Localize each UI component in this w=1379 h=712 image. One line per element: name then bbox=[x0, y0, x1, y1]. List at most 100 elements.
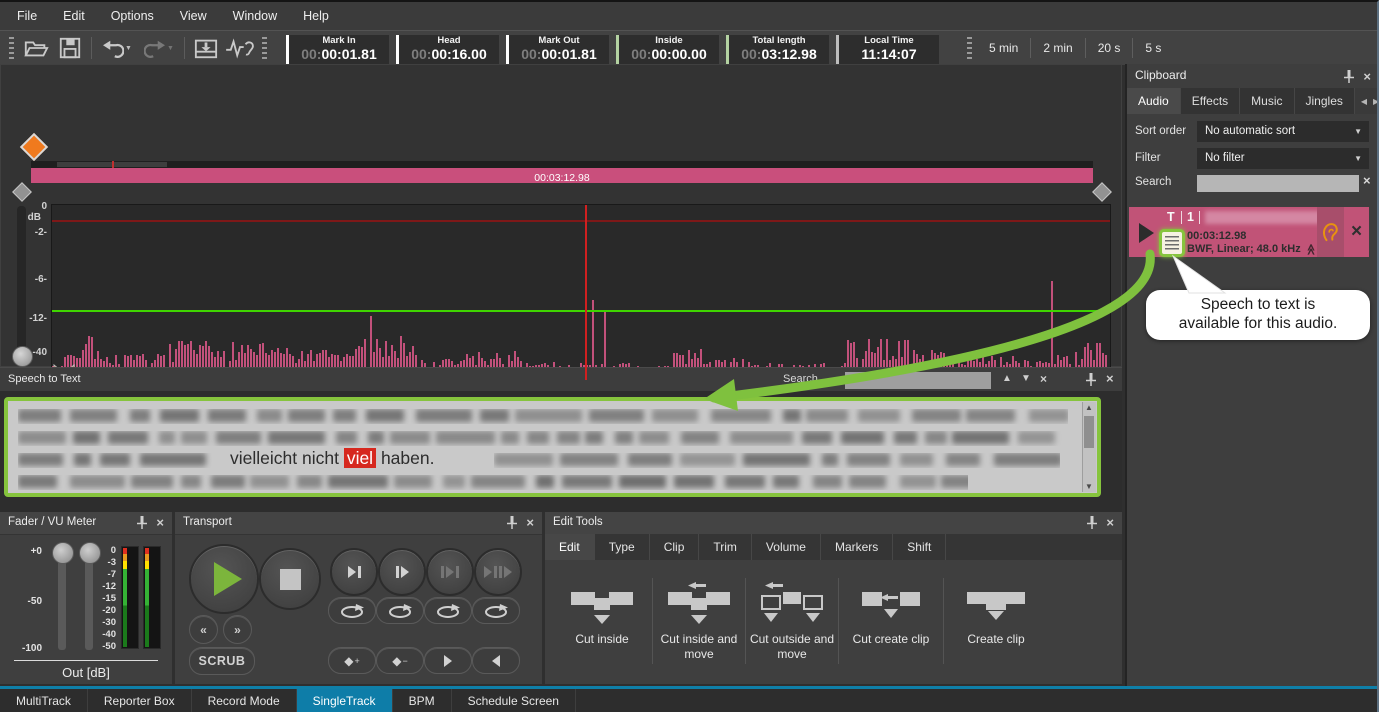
taskbar-record-mode[interactable]: Record Mode bbox=[192, 689, 297, 712]
play-around-marks-button[interactable] bbox=[474, 548, 522, 596]
taskbar-reporter-box[interactable]: Reporter Box bbox=[88, 689, 192, 712]
toolbar-drag-handle[interactable] bbox=[262, 37, 267, 59]
threshold-level-line[interactable] bbox=[52, 310, 1110, 312]
menu-item-help[interactable]: Help bbox=[290, 2, 342, 30]
tab-clip[interactable]: Clip bbox=[650, 534, 700, 560]
playhead-cursor[interactable] bbox=[585, 205, 587, 380]
undo-button[interactable]: ▼ bbox=[98, 35, 136, 61]
search-prev-icon[interactable]: ▲ bbox=[1002, 373, 1012, 384]
overview-marker-diamond[interactable] bbox=[20, 133, 48, 161]
transcript-scrollbar-thumb[interactable] bbox=[1084, 416, 1094, 448]
menu-item-view[interactable]: View bbox=[167, 2, 220, 30]
taskbar-bpm[interactable]: BPM bbox=[393, 689, 452, 712]
zoom-preset-5s[interactable]: 5 s bbox=[1133, 38, 1173, 58]
tab-shift[interactable]: Shift bbox=[893, 534, 946, 560]
sort-order-dropdown[interactable]: No automatic sort ▼ bbox=[1197, 121, 1369, 142]
close-panel-icon[interactable]: × bbox=[1106, 515, 1114, 530]
fader-track-right[interactable] bbox=[85, 554, 93, 650]
open-file-button[interactable] bbox=[21, 35, 51, 61]
play-between-marks-button[interactable] bbox=[426, 548, 474, 596]
tab-volume[interactable]: Volume bbox=[752, 534, 821, 560]
zoom-preset-2min[interactable]: 2 min bbox=[1031, 38, 1084, 58]
menu-item-file[interactable]: File bbox=[4, 2, 50, 30]
tool-cut-inside-move[interactable]: Cut inside and move bbox=[653, 568, 745, 664]
clipboard-search-input[interactable] bbox=[1197, 175, 1359, 192]
scroll-up-icon[interactable]: ▲ bbox=[1085, 403, 1093, 412]
zoom-preset-20s[interactable]: 20 s bbox=[1086, 38, 1133, 58]
menu-item-edit[interactable]: Edit bbox=[50, 2, 98, 30]
overview-left-handle[interactable] bbox=[12, 182, 32, 202]
tab-jingles[interactable]: Jingles bbox=[1295, 88, 1355, 114]
import-audio-button[interactable] bbox=[191, 35, 221, 61]
previous-marker-button[interactable] bbox=[472, 647, 520, 674]
pin-icon[interactable] bbox=[507, 516, 517, 529]
search-next-icon[interactable]: ▼ bbox=[1021, 373, 1031, 384]
close-panel-icon[interactable]: × bbox=[1106, 371, 1114, 386]
loop-mark-in-button[interactable] bbox=[376, 597, 424, 624]
taskbar-multitrack[interactable]: MultiTrack bbox=[0, 689, 88, 712]
close-panel-icon[interactable]: × bbox=[526, 515, 534, 530]
pin-icon[interactable] bbox=[1344, 70, 1354, 83]
scrub-button[interactable]: SCRUB bbox=[189, 647, 255, 675]
scroll-down-icon[interactable]: ▼ bbox=[1085, 482, 1093, 491]
tool-cut-create-clip[interactable]: Cut create clip bbox=[839, 568, 943, 664]
taskbar-singletrack[interactable]: SingleTrack bbox=[297, 689, 393, 712]
tool-create-clip[interactable]: Create clip bbox=[944, 568, 1048, 664]
zoom-preset-5min[interactable]: 5 min bbox=[977, 38, 1030, 58]
speech-to-text-doc-icon[interactable] bbox=[1159, 229, 1185, 257]
time-field-mark-out[interactable]: Mark Out 00:00:01.81 bbox=[506, 35, 609, 65]
play-from-mark-button[interactable] bbox=[378, 548, 426, 596]
stop-button[interactable] bbox=[259, 548, 321, 610]
loop-mark-out-button[interactable] bbox=[472, 597, 520, 624]
clipboard-search-clear-icon[interactable]: × bbox=[1363, 173, 1371, 188]
pin-icon[interactable] bbox=[1086, 373, 1096, 386]
transcript-text-area[interactable]: vielleicht nicht viel haben. ▲ ▼ bbox=[4, 397, 1101, 497]
skip-back-button[interactable]: « bbox=[189, 615, 218, 644]
overview-strip[interactable] bbox=[31, 161, 1093, 168]
toolbar-drag-handle[interactable] bbox=[9, 37, 14, 59]
fader-knob-left[interactable] bbox=[52, 542, 74, 564]
time-field-head[interactable]: Head 00:00:16.00 bbox=[396, 35, 499, 65]
loop-inside-button[interactable] bbox=[424, 597, 472, 624]
time-field-mark-in[interactable]: Mark In 00:00:01.81 bbox=[286, 35, 389, 65]
tab-edit[interactable]: Edit bbox=[545, 534, 595, 560]
tab-type[interactable]: Type bbox=[595, 534, 650, 560]
tabs-scroll-right-icon[interactable]: ▶ bbox=[1373, 97, 1379, 106]
add-marker-button[interactable]: ◆+ bbox=[328, 647, 376, 674]
close-panel-icon[interactable]: × bbox=[1363, 69, 1371, 84]
tool-cut-inside[interactable]: Cut inside bbox=[552, 568, 652, 664]
tabs-scroll-left-icon[interactable]: ◀ bbox=[1361, 97, 1367, 106]
play-to-mark-button[interactable] bbox=[330, 548, 378, 596]
transcript-scrollbar[interactable]: ▲ ▼ bbox=[1082, 402, 1096, 492]
item-play-icon[interactable] bbox=[1139, 223, 1154, 243]
item-delete-icon[interactable]: × bbox=[1344, 207, 1369, 257]
tab-markers[interactable]: Markers bbox=[821, 534, 893, 560]
prelisten-ear-button[interactable] bbox=[1317, 207, 1344, 257]
overview-right-handle[interactable] bbox=[1092, 182, 1112, 202]
tab-effects[interactable]: Effects bbox=[1181, 88, 1240, 114]
next-marker-button[interactable] bbox=[424, 647, 472, 674]
fader-track-left[interactable] bbox=[58, 554, 66, 650]
play-button[interactable] bbox=[189, 544, 259, 614]
overview-duration-bar[interactable]: 00:03:12.98 bbox=[31, 168, 1093, 183]
filter-dropdown[interactable]: No filter ▼ bbox=[1197, 148, 1369, 169]
tab-music[interactable]: Music bbox=[1240, 88, 1294, 114]
close-panel-icon[interactable]: × bbox=[156, 515, 164, 530]
menu-item-options[interactable]: Options bbox=[98, 2, 167, 30]
save-button[interactable] bbox=[55, 35, 85, 61]
skip-forward-button[interactable]: » bbox=[223, 615, 252, 644]
redo-button[interactable]: ▼ bbox=[140, 35, 178, 61]
tab-audio[interactable]: Audio bbox=[1127, 88, 1181, 114]
toolbar-drag-handle[interactable] bbox=[967, 37, 972, 59]
clipboard-audio-item[interactable]: T 1 1 00:03:12.98 BWF, Linear; 48.0 kHz … bbox=[1129, 207, 1369, 257]
loop-play-button[interactable] bbox=[328, 597, 376, 624]
undo-dropdown-caret[interactable]: ▼ bbox=[125, 45, 132, 52]
pin-icon[interactable] bbox=[1087, 516, 1097, 529]
tab-trim[interactable]: Trim bbox=[699, 534, 752, 560]
prelisten-button[interactable] bbox=[225, 35, 255, 61]
speech-search-input[interactable] bbox=[845, 372, 991, 389]
menu-item-window[interactable]: Window bbox=[220, 2, 290, 30]
taskbar-schedule-screen[interactable]: Schedule Screen bbox=[452, 689, 576, 712]
search-clear-icon[interactable]: × bbox=[1040, 372, 1047, 386]
time-field-total-length[interactable]: Total length 00:03:12.98 bbox=[726, 35, 829, 65]
